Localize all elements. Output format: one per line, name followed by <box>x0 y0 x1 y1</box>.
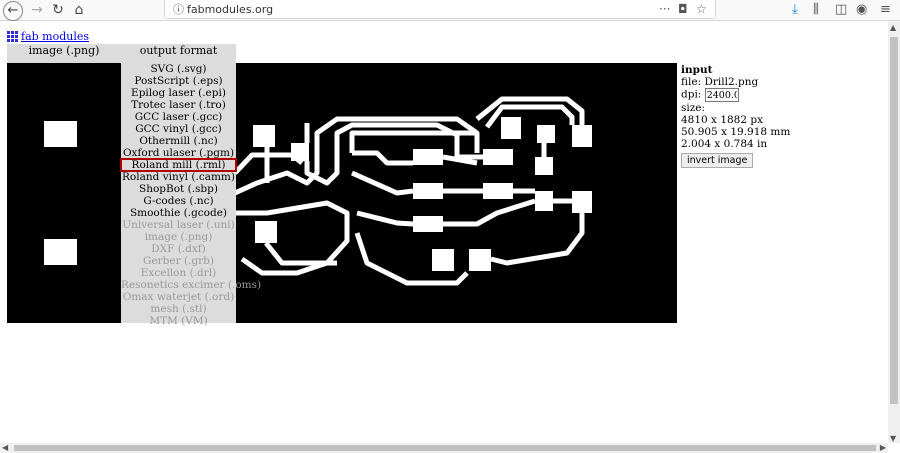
size-mm: 50.905 x 19.918 mm <box>681 126 791 138</box>
menu-item-shopbot[interactable]: ShopBot (.sbp) <box>121 183 236 195</box>
menu-item-gerber: Gerber (.grb) <box>143 255 214 267</box>
menu-item-svg[interactable]: SVG (.svg) <box>121 63 236 75</box>
grid-icon <box>7 31 18 42</box>
browser-toolbar: ← → ↻ ⌂ ⓘ fabmodules.org ··· ◘ ☆ ⤓ ⫼ ◫ ◉… <box>0 0 900 21</box>
menu-item-epilog-laser[interactable]: Epilog laser (.epi) <box>121 87 236 99</box>
menu-item-smoothie[interactable]: Smoothie (.gcode) <box>121 207 236 219</box>
input-panel: input file: Drill2.png dpi: size: 4810 x… <box>681 64 790 168</box>
menu-item-roland-mill[interactable]: Roland mill (.rml) <box>120 158 237 172</box>
pcb-image <box>7 63 677 323</box>
menu-item-roland-vinyl[interactable]: Roland vinyl (.camm) <box>121 171 236 183</box>
pcb-traces <box>44 96 592 286</box>
menu-item-omax-waterjet: Omax waterjet (.ord) <box>122 291 235 303</box>
reload-icon[interactable]: ↻ <box>48 0 68 20</box>
size-label: size: <box>681 102 706 114</box>
size-in: 2.004 x 0.784 in <box>681 138 768 150</box>
menu-item-trotec-laser[interactable]: Trotec laser (.tro) <box>121 99 236 111</box>
hamburger-icon[interactable]: ≡ <box>880 2 891 17</box>
library-icon[interactable]: ⫼ <box>813 2 819 17</box>
sidebar-icon[interactable]: ◫ <box>835 2 847 17</box>
menu-item-oxford-ulaser[interactable]: Oxford ulaser (.pgm) <box>121 147 236 159</box>
menu-item-excellon: Excellon (.drl) <box>140 267 217 279</box>
dpi-field[interactable] <box>704 88 739 102</box>
menu-item-gcc-vinyl[interactable]: GCC vinyl (.gcc) <box>121 123 236 135</box>
output-format-header[interactable]: output format <box>121 44 236 63</box>
menu-item-resonetics-excimer: Resonetics excimer (.oms) <box>121 279 262 291</box>
url-bar[interactable]: ⓘ fabmodules.org ··· ◘ ☆ <box>164 0 716 19</box>
arrow-left-icon[interactable]: ← <box>3 1 23 21</box>
account-icon[interactable]: ◉ <box>856 2 867 17</box>
download-icon[interactable]: ⤓ <box>792 2 798 17</box>
menu-item-postscript[interactable]: PostScript (.eps) <box>121 75 236 87</box>
horizontal-scroll-thumb[interactable] <box>14 445 876 451</box>
menu-item-mesh: mesh (.stl) <box>150 303 207 315</box>
url-text: fabmodules.org <box>187 3 274 16</box>
more-icon[interactable]: ··· <box>659 2 670 16</box>
input-title: input <box>681 64 713 76</box>
home-icon[interactable]: ⌂ <box>69 0 89 20</box>
scroll-right-icon[interactable]: ▶ <box>880 443 886 452</box>
menu-item-image-png: image (.png) <box>144 231 213 243</box>
scroll-left-icon[interactable]: ◀ <box>2 443 8 452</box>
pocket-icon[interactable]: ◘ <box>678 2 688 16</box>
scroll-down-icon[interactable]: ▼ <box>890 434 896 443</box>
menu-item-dxf: DXF (.dxf) <box>151 243 206 255</box>
horizontal-scrollbar[interactable]: ◀ ▶ <box>0 443 888 453</box>
vertical-scrollbar[interactable]: ▲ ▼ <box>888 21 900 443</box>
star-icon[interactable]: ☆ <box>696 2 707 16</box>
fab-modules-link-text: fab modules <box>21 30 90 43</box>
info-icon[interactable]: ⓘ <box>173 1 184 17</box>
menu-item-gcc-laser[interactable]: GCC laser (.gcc) <box>121 111 236 123</box>
arrow-right-icon[interactable]: → <box>27 0 47 20</box>
fab-modules-link[interactable]: fab modules <box>7 30 89 43</box>
menu-item-g-codes[interactable]: G-codes (.nc) <box>121 195 236 207</box>
vertical-scroll-thumb[interactable] <box>890 37 898 404</box>
input-file: file: Drill2.png <box>681 76 759 88</box>
menu-item-mtm: MTM (VM) <box>149 315 208 327</box>
menu-item-othermill[interactable]: Othermill (.nc) <box>121 135 236 147</box>
menu-item-universal-laser: Universal laser (.uni) <box>122 219 235 231</box>
size-px: 4810 x 1882 px <box>681 114 764 126</box>
invert-image-button[interactable]: invert image <box>681 153 754 168</box>
dpi-label: dpi: <box>681 88 702 101</box>
output-format-menu: SVG (.svg) PostScript (.eps) Epilog lase… <box>120 63 262 327</box>
scroll-up-icon[interactable]: ▲ <box>890 23 896 32</box>
input-format-header[interactable]: image (.png) <box>7 44 121 63</box>
